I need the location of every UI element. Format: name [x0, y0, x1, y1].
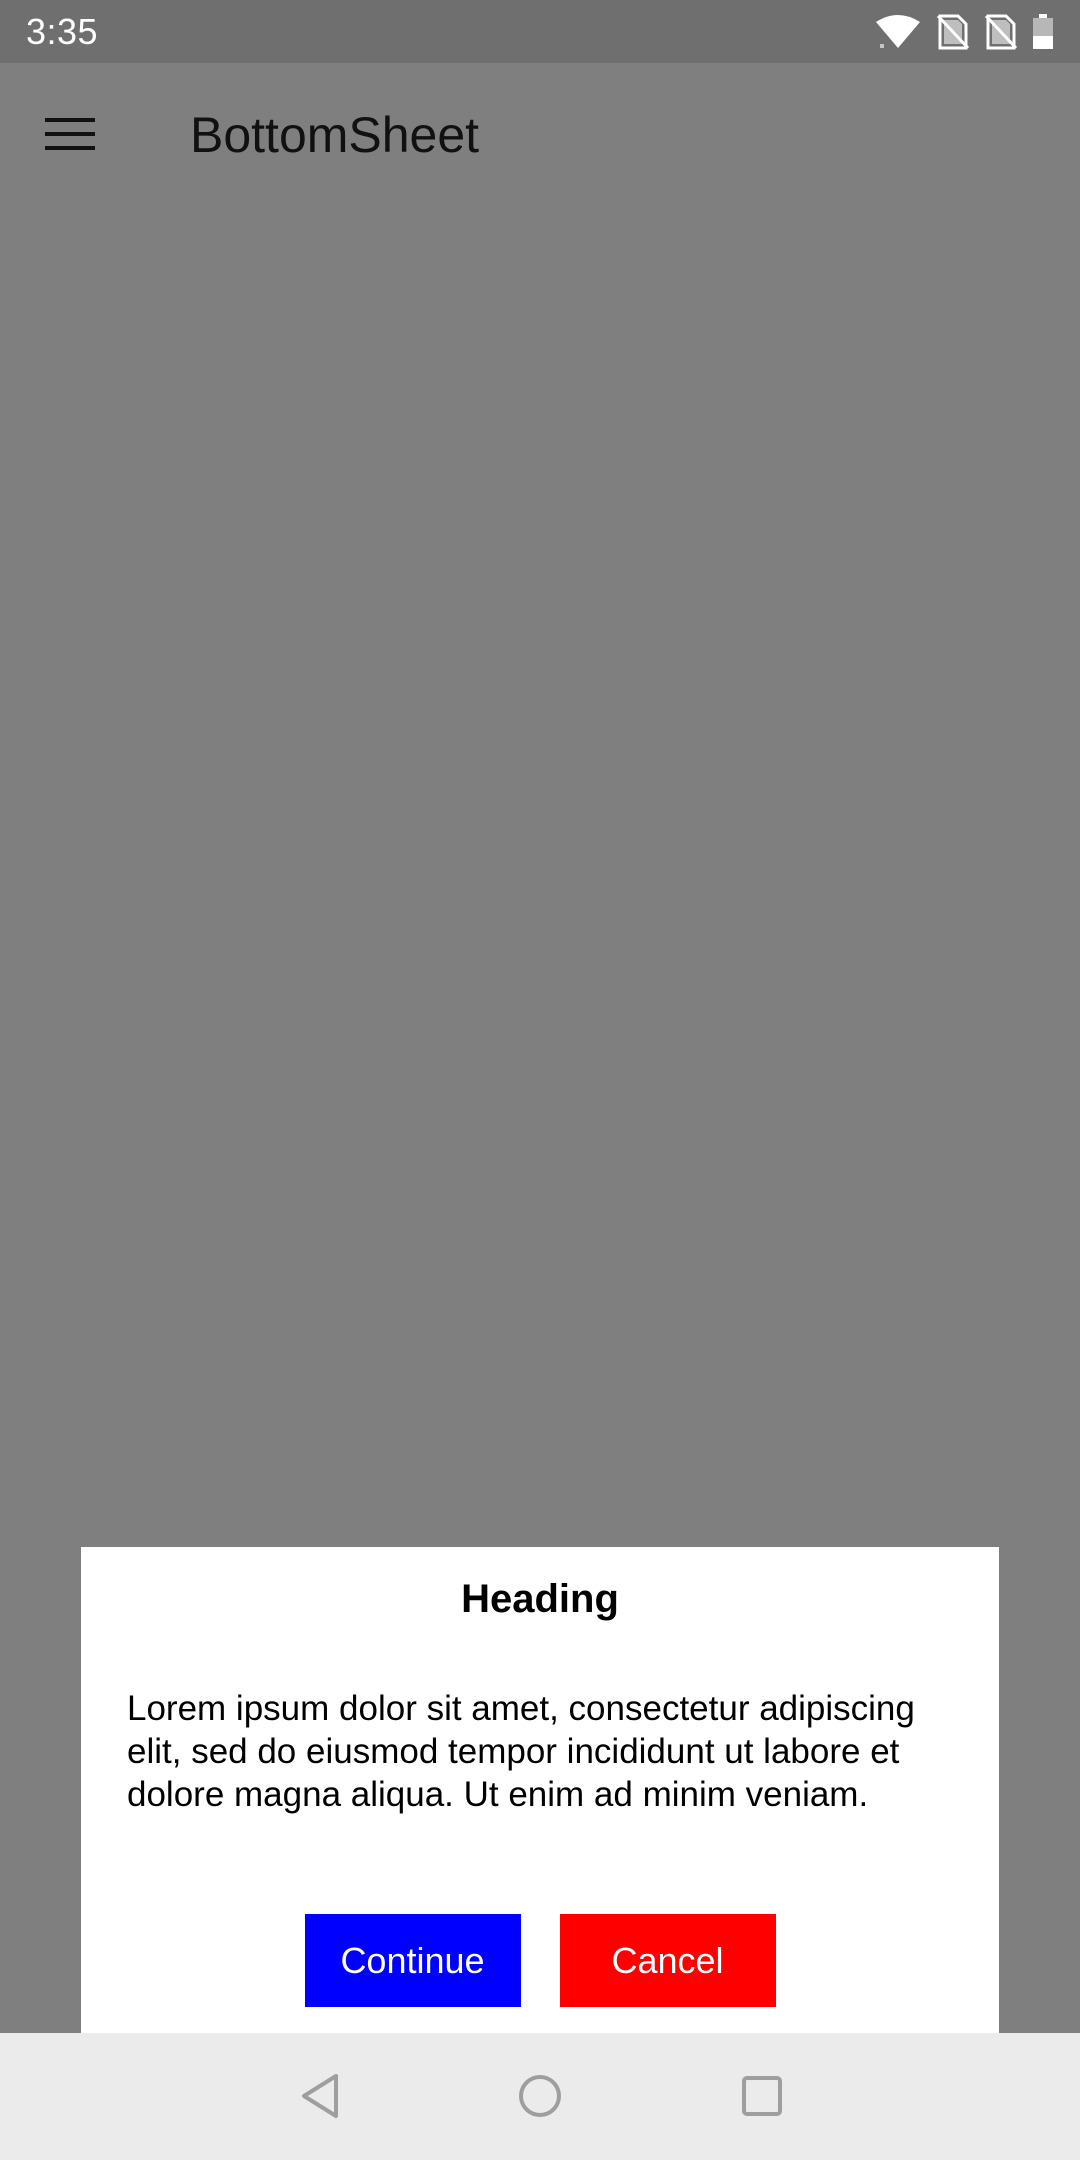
recents-icon: [740, 2074, 784, 2123]
navigation-bar: [0, 2033, 1080, 2160]
home-icon: [517, 2073, 563, 2124]
no-sim-icon: [984, 14, 1018, 50]
continue-button[interactable]: Continue: [304, 1914, 521, 2007]
sheet-body-text: Lorem ipsum dolor sit amet, consectetur …: [127, 1689, 915, 1814]
status-time: 3:35: [26, 10, 99, 52]
battery-icon: [1032, 13, 1054, 50]
app-title: BottomSheet: [190, 107, 480, 163]
back-icon: [298, 2072, 342, 2125]
cancel-button[interactable]: Cancel: [559, 1914, 776, 2007]
status-icons: [874, 13, 1054, 50]
sheet-heading: Heading: [461, 1577, 619, 1621]
no-sim-icon: [936, 14, 970, 50]
status-bar: 3:35: [0, 0, 1080, 63]
home-button[interactable]: [505, 2063, 575, 2133]
back-button[interactable]: [285, 2063, 355, 2133]
menu-button[interactable]: [30, 103, 110, 169]
recents-button[interactable]: [727, 2063, 797, 2133]
menu-icon: [45, 116, 95, 157]
bottom-sheet: Heading Lorem ipsum dolor sit amet, cons…: [81, 1547, 999, 2033]
app-bar: BottomSheet: [0, 63, 1080, 210]
wifi-icon: [874, 14, 922, 50]
sheet-actions: Continue Cancel: [81, 1914, 999, 2007]
